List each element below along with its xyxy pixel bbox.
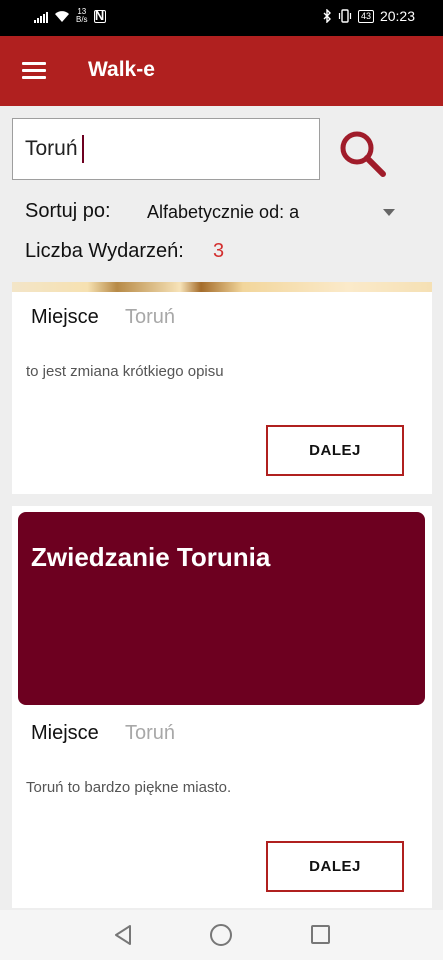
network-speed-unit: B/s <box>76 15 88 24</box>
nfc-icon: N <box>93 7 106 23</box>
event-description: Toruń to bardzo piękne miasto. <box>26 779 232 796</box>
event-banner[interactable]: Zwiedzanie Torunia <box>18 512 425 705</box>
back-icon[interactable] <box>113 924 133 946</box>
sort-dropdown[interactable]: Alfabetycznie od: a <box>147 202 299 223</box>
recent-apps-icon[interactable] <box>311 925 330 944</box>
filter-panel: Toruń Sortuj po: Alfabetycznie od: a Lic… <box>0 106 443 282</box>
app-bar: Walk-e <box>0 36 443 106</box>
sort-label: Sortuj po: <box>25 200 111 222</box>
search-input-value: Toruń <box>25 137 78 160</box>
event-card: Miejsce Toruń to jest zmiana krótkiego o… <box>12 282 432 494</box>
event-image <box>12 282 432 292</box>
bluetooth-icon <box>323 9 331 23</box>
next-button[interactable]: DALEJ <box>266 841 404 892</box>
network-speed: 13 B/s <box>76 8 88 24</box>
place-label: Miejsce <box>31 306 99 328</box>
status-bar: 13 B/s N 43 20:23 <box>0 0 443 36</box>
signal-icon <box>34 10 48 23</box>
status-bar-left: 13 B/s N <box>34 8 106 24</box>
place-value: Toruń <box>125 722 176 744</box>
event-card: Zwiedzanie Torunia Miejsce Toruń Toruń t… <box>12 506 432 908</box>
place-label: Miejsce <box>31 722 99 744</box>
text-cursor <box>81 135 84 164</box>
status-bar-right: 43 20:23 <box>323 8 415 24</box>
event-title: Zwiedzanie Torunia <box>31 542 271 572</box>
hamburger-menu-icon[interactable] <box>22 62 46 80</box>
clock: 20:23 <box>379 8 415 24</box>
search-input[interactable]: Toruń <box>12 118 320 180</box>
event-description: to jest zmiana krótkiego opisu <box>26 363 224 380</box>
battery-icon: 43 <box>357 9 374 23</box>
system-nav-bar <box>0 910 443 960</box>
vibrate-icon <box>338 9 352 23</box>
events-count-label: Liczba Wydarzeń: <box>25 240 184 262</box>
events-count-value: 3 <box>213 240 225 262</box>
app-title: Walk-e <box>88 58 155 81</box>
search-icon[interactable] <box>337 128 389 180</box>
wifi-icon <box>55 10 69 22</box>
dropdown-arrow-icon[interactable] <box>383 209 395 216</box>
place-value: Toruń <box>125 306 176 328</box>
home-icon[interactable] <box>210 924 232 946</box>
next-button[interactable]: DALEJ <box>266 425 404 476</box>
